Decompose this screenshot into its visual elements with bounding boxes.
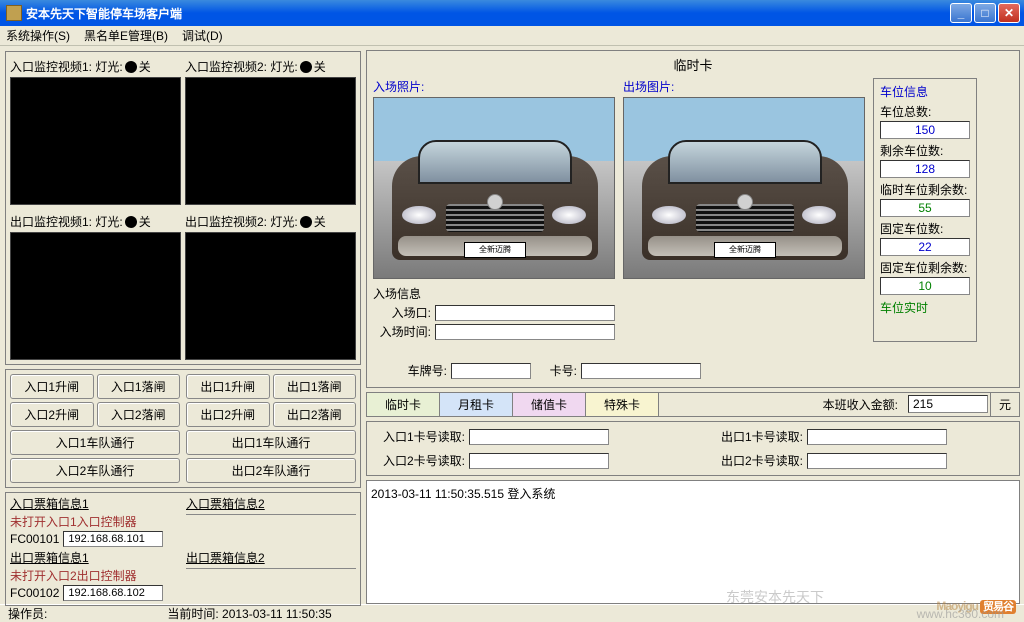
video2-label: 入口监控视频2: 灯光:关 [185, 56, 356, 77]
card-no-input[interactable] [581, 363, 701, 379]
in2-open-button[interactable]: 入口2升闸 [10, 402, 94, 427]
video4-label: 出口监控视频2: 灯光:关 [185, 211, 356, 232]
lot-fixed-remain: 10 [880, 277, 970, 295]
menu-system[interactable]: 系统操作(S) [6, 27, 70, 44]
video1-feed[interactable] [10, 77, 181, 205]
in-ticket1-device: FC00101 [10, 532, 59, 546]
out-ticket1-title: 出口票箱信息1 [10, 549, 180, 566]
income-value: 215 [908, 395, 988, 413]
window-buttons: _ □ ✕ [948, 3, 1020, 23]
out1-cardread-input[interactable] [807, 429, 947, 445]
in2-fleet-button[interactable]: 入口2车队通行 [10, 458, 180, 483]
out-ticket2-title: 出口票箱信息2 [186, 549, 356, 566]
out-ticket1-ip: 192.168.68.102 [63, 585, 163, 601]
in-ticket2-title: 入口票箱信息2 [186, 495, 356, 512]
income-label: 本班收入金额: [815, 393, 906, 416]
video4-feed[interactable] [185, 232, 356, 360]
status-dot-icon [300, 216, 312, 228]
out-photo-label: 出场图片: [623, 78, 865, 95]
in1-open-button[interactable]: 入口1升闸 [10, 374, 94, 399]
in2-cardread-input[interactable] [469, 453, 609, 469]
entry-photo: 全新迈腾 [373, 97, 615, 279]
card-type-tabs: 临时卡 月租卡 储值卡 特殊卡 本班收入金额: 215 元 [366, 392, 1020, 417]
ticket-info-panel: 入口票箱信息1 未打开入口1入口控制器 FC00101 192.168.68.1… [5, 492, 361, 606]
car-no-input[interactable] [451, 363, 531, 379]
menu-debug[interactable]: 调试(D) [182, 27, 223, 44]
video-panel: 入口监控视频1: 灯光:关 入口监控视频2: 灯光:关 出口监控视频1: 灯光:… [5, 51, 361, 365]
log-panel[interactable]: 2013-03-11 11:50:35.515 登入系统 [366, 480, 1020, 604]
in2-close-button[interactable]: 入口2落闸 [97, 402, 181, 427]
status-dot-icon [125, 216, 137, 228]
status-dot-icon [300, 61, 312, 73]
video3-feed[interactable] [10, 232, 181, 360]
entry-info-label: 入场信息 [373, 285, 615, 302]
card-panel: 临时卡 入场照片: 全新迈腾 入场信息 入场口: 入场时间: [366, 50, 1020, 388]
menu-bar: 系统操作(S) 黑名单E管理(B) 调试(D) [0, 26, 1024, 46]
out2-fleet-button[interactable]: 出口2车队通行 [186, 458, 356, 483]
status-bar: 操作员: 当前时间: 2013-03-11 11:50:35 [0, 604, 1024, 621]
minimize-button[interactable]: _ [950, 3, 972, 23]
out1-close-button[interactable]: 出口1落闸 [273, 374, 357, 399]
in-ticket1-status: 未打开入口1入口控制器 [10, 513, 180, 530]
gate-control-panel: 入口1升闸 入口1落闸 入口2升闸 入口2落闸 入口1车队通行 入口2车队通行 … [5, 369, 361, 488]
out2-open-button[interactable]: 出口2升闸 [186, 402, 270, 427]
lot-total: 150 [880, 121, 970, 139]
in-photo-label: 入场照片: [373, 78, 615, 95]
out2-cardread-input[interactable] [807, 453, 947, 469]
status-dot-icon [125, 61, 137, 73]
window-title: 安本先天下智能停车场客户端 [26, 5, 948, 22]
tab-stored[interactable]: 储值卡 [513, 393, 586, 416]
out1-open-button[interactable]: 出口1升闸 [186, 374, 270, 399]
entry-time-input[interactable] [435, 324, 615, 340]
status-time: 2013-03-11 11:50:35 [222, 607, 332, 621]
log-line: 2013-03-11 11:50:35.515 登入系统 [371, 485, 1015, 502]
app-icon [6, 5, 22, 21]
video3-label: 出口监控视频1: 灯光:关 [10, 211, 181, 232]
lot-fixed: 22 [880, 238, 970, 256]
entry-gate-input[interactable] [435, 305, 615, 321]
in-ticket1-title: 入口票箱信息1 [10, 495, 180, 512]
video2-feed[interactable] [185, 77, 356, 205]
lot-realtime[interactable]: 车位实时 [880, 299, 970, 316]
out-ticket1-status: 未打开入口2出口控制器 [10, 567, 180, 584]
in-ticket1-ip: 192.168.68.101 [63, 531, 163, 547]
card-read-panel: 入口1卡号读取: 出口1卡号读取: 入口2卡号读取: 出口2卡号读取: [366, 421, 1020, 476]
exit-photo: 全新迈腾 [623, 97, 865, 279]
tab-month[interactable]: 月租卡 [440, 393, 513, 416]
menu-blacklist[interactable]: 黑名单E管理(B) [84, 27, 168, 44]
lot-temp-remain: 55 [880, 199, 970, 217]
in1-fleet-button[interactable]: 入口1车队通行 [10, 430, 180, 455]
out-ticket1-device: FC00102 [10, 586, 59, 600]
out2-close-button[interactable]: 出口2落闸 [273, 402, 357, 427]
card-title: 临时卡 [373, 53, 1013, 78]
lot-remain: 128 [880, 160, 970, 178]
status-operator: 操作员: [8, 605, 47, 622]
lot-info-panel: 车位信息 车位总数: 150 剩余车位数: 128 临时车位剩余数: 55 固定… [873, 78, 977, 342]
in1-close-button[interactable]: 入口1落闸 [97, 374, 181, 399]
video1-label: 入口监控视频1: 灯光:关 [10, 56, 181, 77]
maximize-button[interactable]: □ [974, 3, 996, 23]
tab-special[interactable]: 特殊卡 [586, 393, 659, 416]
window-titlebar: 安本先天下智能停车场客户端 _ □ ✕ [0, 0, 1024, 26]
in1-cardread-input[interactable] [469, 429, 609, 445]
close-button[interactable]: ✕ [998, 3, 1020, 23]
tab-temp[interactable]: 临时卡 [367, 393, 440, 416]
out1-fleet-button[interactable]: 出口1车队通行 [186, 430, 356, 455]
